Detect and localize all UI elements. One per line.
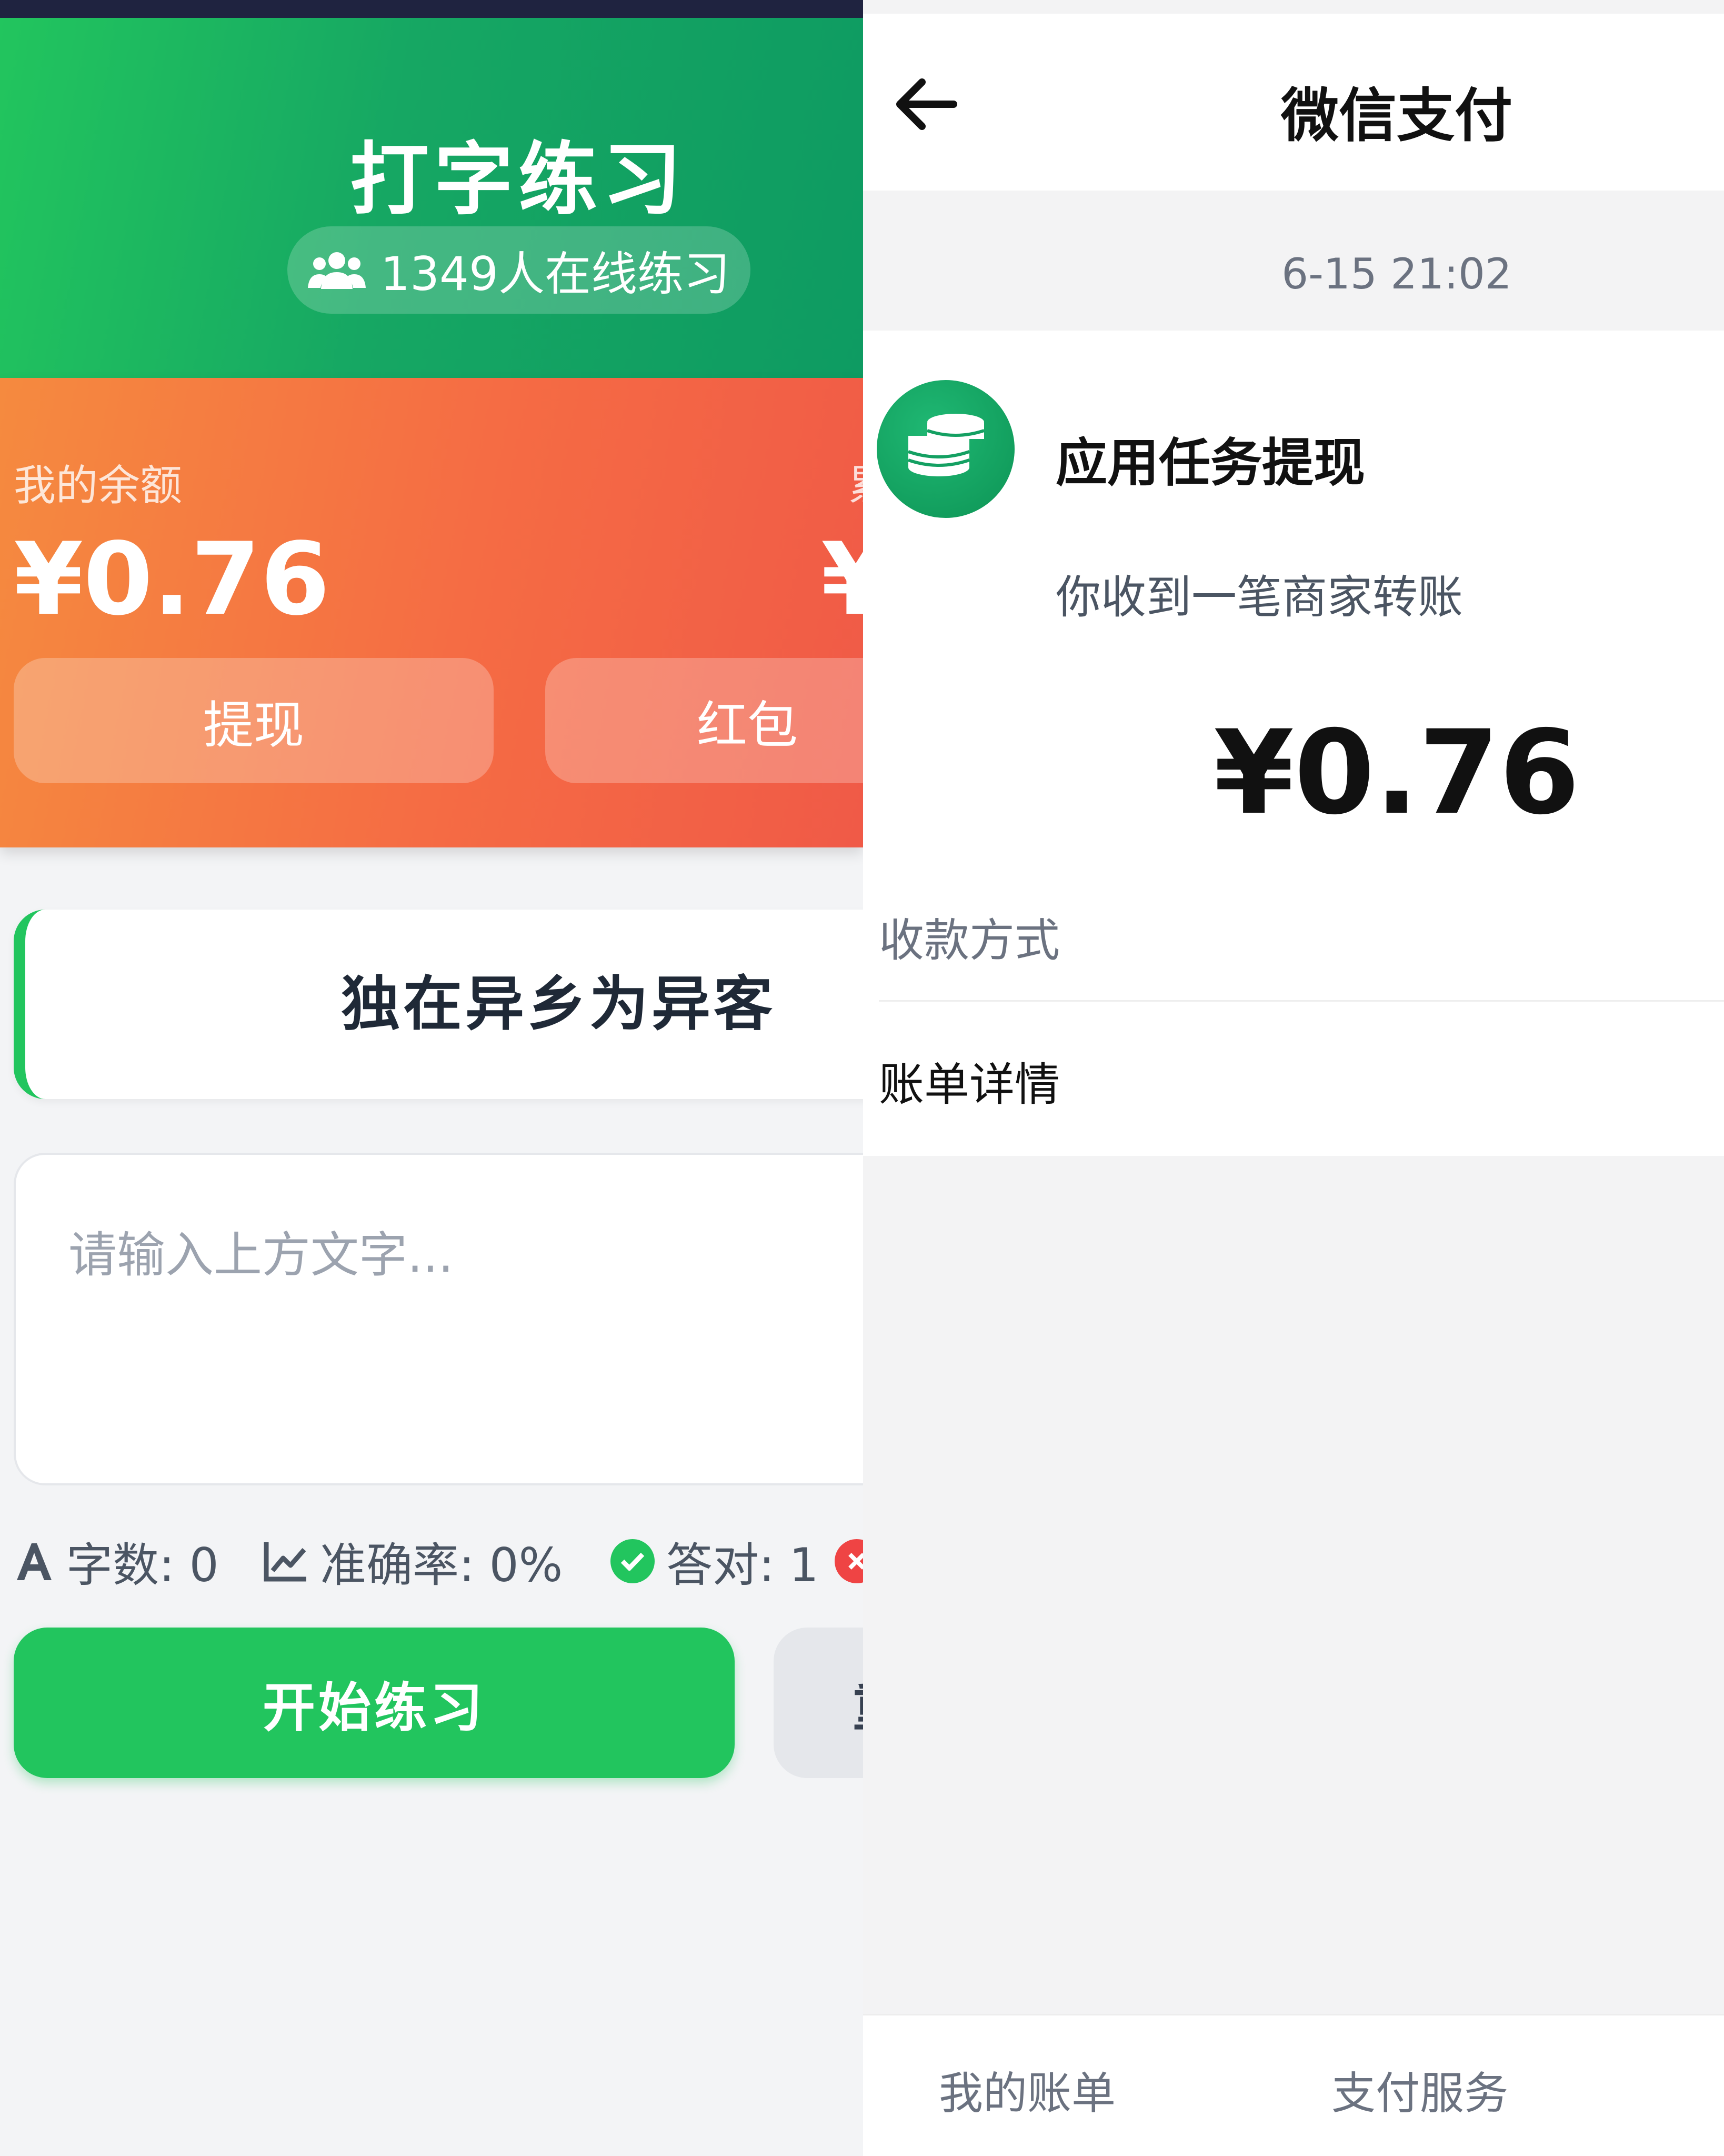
wechat-pay-panel: 微信支付 6-15 21:02 应用任务提现 你收到一笔商家转账 ¥0.76 收… [863,0,1724,2156]
balance-value: ¥0.76 [14,521,330,637]
tab-my-bills[interactable]: 我的账单 [939,2058,1116,2122]
total-earnings-label: 累 [848,452,863,513]
transfer-description: 你收到一笔商家转账 [1056,571,1463,624]
typing-app-panel: 打字练习 1349人在线练习 我的余额 ¥0.76 累 ¥ 提现 红包 独在异乡… [0,0,863,2156]
typing-input[interactable] [14,1153,863,1485]
divider [879,1000,1724,1002]
users-icon [308,252,366,289]
total-earnings-value: ¥ [821,521,863,637]
x-circle-icon [835,1539,863,1583]
font-icon [17,1543,52,1580]
stat-char-count-text: 字数: 0 [66,1538,219,1592]
online-count-badge: 1349人在线练习 [287,226,750,314]
payment-method-row[interactable]: 收款方式 [879,903,1060,969]
redpacket-button[interactable]: 红包 [545,658,863,783]
stat-accuracy-text: 准确率: 0% [320,1538,563,1592]
stat-accuracy: 准确率: 0% [263,1530,563,1593]
withdraw-button[interactable]: 提现 [14,658,494,783]
app-title: 打字练习 [349,134,687,226]
prompt-text: 独在异乡为异客 [341,970,776,1039]
coins-icon [877,380,1015,518]
typing-input-placeholder: 请输入上方文字... [68,1227,454,1283]
online-count-text: 1349人在线练习 [380,246,730,301]
bill-details-row[interactable]: 账单详情 [879,1047,1060,1113]
start-practice-button[interactable]: 开始练习 [14,1628,735,1778]
stat-wrong [835,1530,863,1593]
reset-button[interactable]: 重 [774,1628,863,1778]
stat-char-count: 字数: 0 [14,1530,219,1593]
tab-pay-services[interactable]: 支付服务 [1331,2058,1508,2122]
transfer-amount: ¥0.76 [1214,705,1580,840]
stat-correct: 答对: 1 [610,1530,819,1593]
stat-correct-text: 答对: 1 [666,1538,819,1592]
balance-label: 我的余额 [14,461,182,510]
transaction-time: 6-15 21:02 [1281,249,1512,298]
chart-line-icon [264,1542,306,1582]
check-circle-icon [610,1539,655,1583]
merchant-name: 应用任务提现 [1056,433,1366,493]
wechat-title: 微信支付 [1281,82,1512,149]
prompt-card: 独在异乡为异客 [14,910,863,1099]
